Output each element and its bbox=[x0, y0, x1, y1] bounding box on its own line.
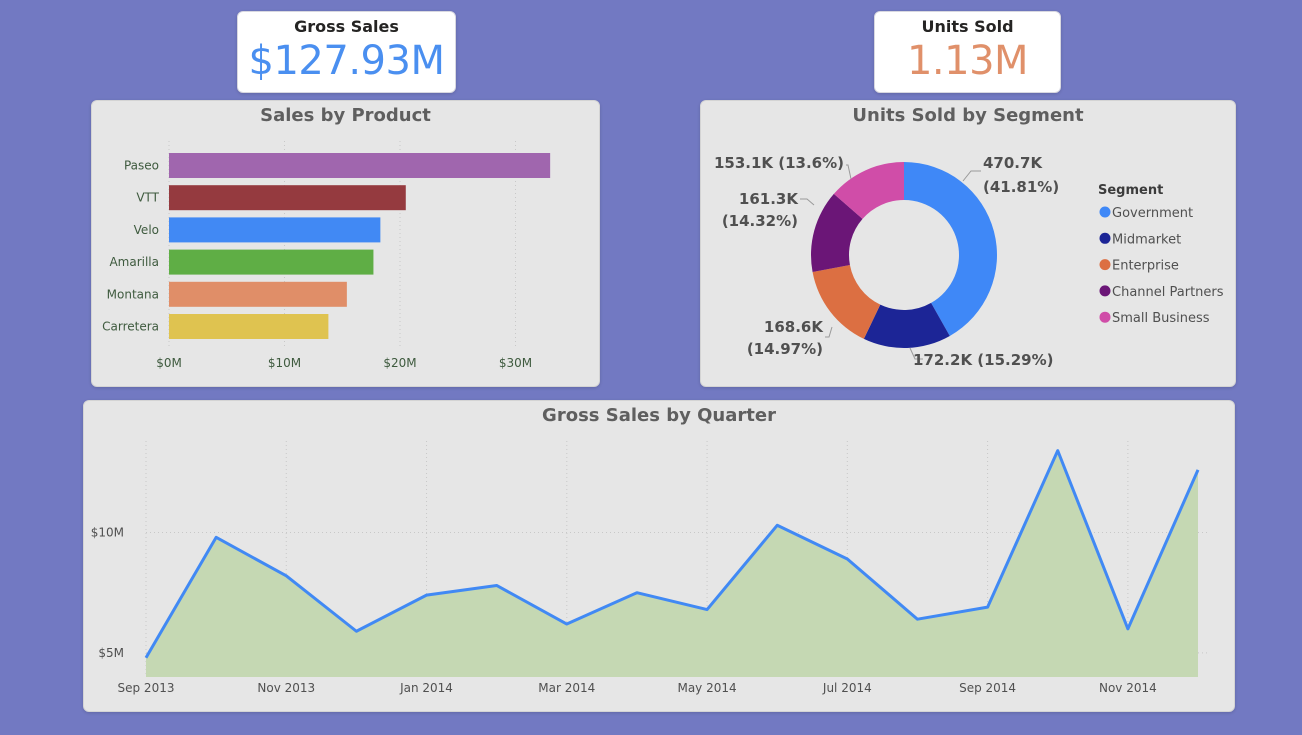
legend-marker bbox=[1099, 232, 1111, 244]
units-by-segment-chart: 470.7K (41.81%) 172.2K (15.29%) 168.6K (14.9… bbox=[714, 154, 1224, 369]
category-label: Velo bbox=[134, 223, 159, 237]
units-sold-title: Units Sold bbox=[921, 17, 1014, 36]
bar-montana bbox=[169, 281, 347, 307]
bar-vtt bbox=[169, 185, 406, 211]
x-tick-label: $10M bbox=[268, 356, 301, 370]
data-label: 470.7K bbox=[983, 154, 1043, 172]
legend-item: Small Business bbox=[1112, 311, 1210, 326]
bar-paseo bbox=[169, 153, 551, 178]
data-label: (41.81%) bbox=[983, 178, 1059, 196]
x-tick-label: Jan 2014 bbox=[399, 681, 453, 695]
y-tick-label: $5M bbox=[98, 646, 124, 660]
x-tick-label: Nov 2013 bbox=[257, 681, 315, 695]
gross-sales-value: $127.93M bbox=[248, 38, 445, 84]
leader-line bbox=[800, 198, 815, 206]
category-label: Montana bbox=[107, 287, 159, 301]
x-tick-label: $30M bbox=[499, 356, 532, 370]
units-by-segment-panel[interactable]: Units Sold by Segment 470.7K (41.81%) 172.… bbox=[700, 100, 1236, 387]
x-tick-label: Jul 2014 bbox=[822, 681, 872, 695]
gross-sales-card: Gross Sales $127.93M bbox=[237, 11, 456, 93]
data-label: 161.3K bbox=[739, 190, 799, 208]
bar-carretera bbox=[169, 314, 329, 339]
x-tick-label: May 2014 bbox=[677, 681, 736, 695]
bar-velo bbox=[169, 217, 381, 243]
data-label: (14.97%) bbox=[747, 340, 823, 358]
x-tick-label: $0M bbox=[156, 356, 182, 370]
leader-line bbox=[846, 164, 852, 180]
x-tick-label: Sep 2013 bbox=[118, 681, 175, 695]
legend-marker bbox=[1099, 285, 1111, 297]
gross-sales-by-quarter-panel[interactable]: Gross Sales by Quarter $5M $10M Sep 2013 No… bbox=[83, 400, 1235, 712]
data-label: 153.1K (13.6%) bbox=[714, 154, 844, 172]
legend-marker bbox=[1099, 259, 1111, 271]
sales-by-product-panel[interactable]: Sales by Product $0M $10M $20M $30M Paseo VTT… bbox=[91, 100, 600, 387]
legend-marker bbox=[1099, 311, 1111, 323]
legend-item: Enterprise bbox=[1112, 259, 1179, 274]
legend-title: Segment bbox=[1098, 183, 1163, 198]
legend-item: Midmarket bbox=[1112, 232, 1181, 247]
data-label: 172.2K (15.29%) bbox=[913, 351, 1053, 369]
legend-item: Government bbox=[1112, 206, 1193, 221]
units-sold-card: Units Sold 1.13M bbox=[874, 11, 1061, 93]
x-tick-label: Mar 2014 bbox=[538, 681, 595, 695]
data-label: (14.32%) bbox=[722, 212, 798, 230]
leader-line bbox=[825, 326, 833, 338]
y-tick-label: $10M bbox=[91, 526, 124, 540]
area-fill bbox=[146, 450, 1198, 677]
sales-by-product-chart: $0M $10M $20M $30M Paseo VTT Velo Amarilla Monta… bbox=[102, 141, 551, 370]
category-label: VTT bbox=[136, 191, 159, 205]
gross-sales-by-quarter-chart: $5M $10M Sep 2013 Nov 2013 Jan 2014 Mar 2014 M… bbox=[91, 441, 1208, 695]
category-label: Paseo bbox=[124, 159, 159, 173]
units-sold-value: 1.13M bbox=[906, 38, 1029, 84]
leader-line bbox=[962, 170, 981, 182]
x-tick-label: Sep 2014 bbox=[959, 681, 1016, 695]
x-tick-label: $20M bbox=[383, 356, 416, 370]
data-label: 168.6K bbox=[764, 318, 824, 336]
x-tick-label: Nov 2014 bbox=[1099, 681, 1157, 695]
legend-item: Channel Partners bbox=[1112, 285, 1224, 300]
legend-marker bbox=[1099, 206, 1111, 218]
category-label: Carretera bbox=[102, 320, 159, 334]
bar-amarilla bbox=[169, 249, 374, 275]
gross-sales-title: Gross Sales bbox=[294, 17, 399, 36]
category-label: Amarilla bbox=[109, 255, 159, 269]
